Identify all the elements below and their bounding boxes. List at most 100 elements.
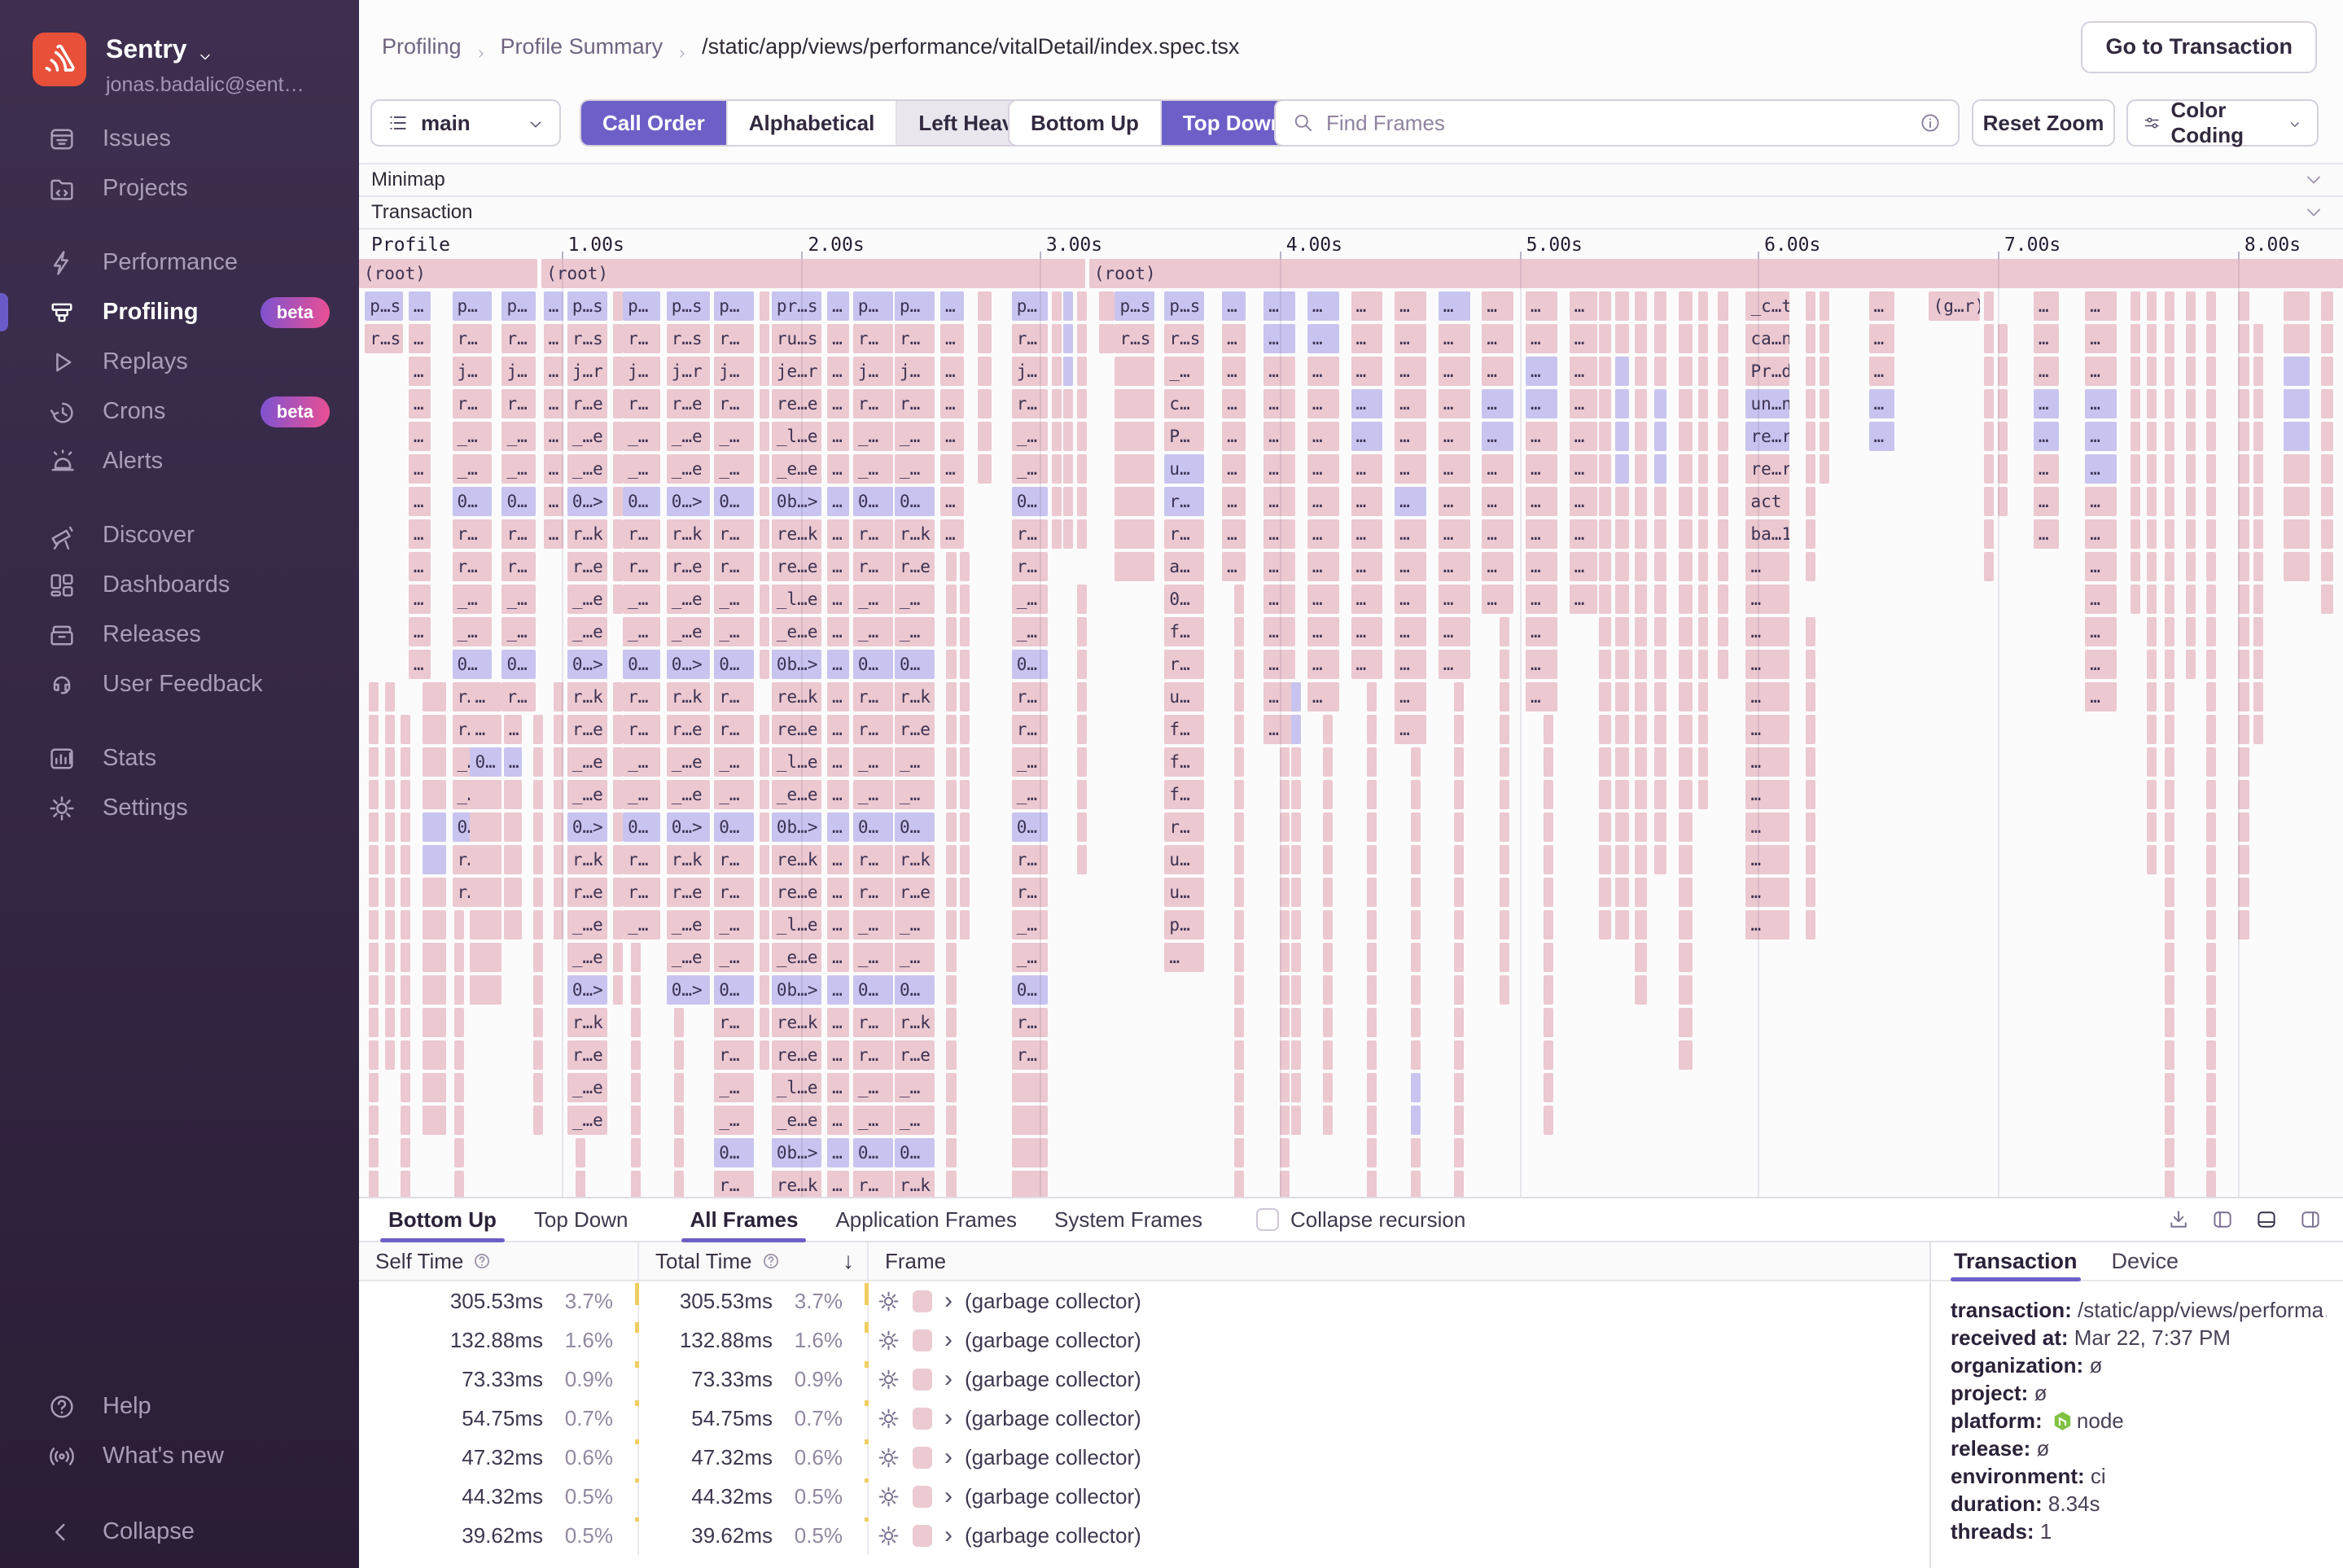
- flame-frame[interactable]: …: [827, 389, 849, 418]
- flame-frame[interactable]: [946, 1008, 957, 1037]
- flame-frame[interactable]: [1323, 1040, 1334, 1070]
- flame-frame[interactable]: …: [1525, 422, 1557, 451]
- flame-frame[interactable]: [2205, 617, 2217, 646]
- flame-frame[interactable]: [384, 943, 395, 972]
- flame-frame[interactable]: [630, 975, 641, 1005]
- flame-frame[interactable]: [1454, 715, 1465, 744]
- flame-frame[interactable]: [1805, 650, 1815, 679]
- flame-frame[interactable]: …: [1263, 389, 1296, 418]
- flame-frame[interactable]: [1678, 845, 1693, 874]
- flame-frame[interactable]: [369, 1106, 379, 1135]
- flame-frame[interactable]: [1291, 878, 1302, 907]
- flame-frame[interactable]: [2146, 389, 2157, 418]
- flame-frame[interactable]: [1233, 617, 1244, 646]
- flame-frame[interactable]: [470, 812, 502, 842]
- flame-frame[interactable]: [1997, 422, 2008, 451]
- flame-frame[interactable]: [553, 780, 563, 809]
- flame-frame[interactable]: [630, 943, 641, 972]
- color-coding-button[interactable]: Color Coding: [2126, 98, 2319, 147]
- flame-frame[interactable]: _…: [852, 617, 893, 646]
- flame-frame[interactable]: [612, 422, 623, 451]
- flame-frame[interactable]: 0…: [1164, 585, 1205, 614]
- flame-frame[interactable]: …: [1525, 552, 1557, 581]
- flame-frame[interactable]: …: [940, 291, 965, 321]
- flame-frame[interactable]: [1543, 780, 1553, 809]
- flame-frame[interactable]: [1599, 617, 1611, 646]
- flame-frame[interactable]: [2146, 650, 2157, 679]
- flame-frame[interactable]: [2237, 291, 2250, 321]
- flame-frame[interactable]: [1410, 975, 1421, 1005]
- flame-frame[interactable]: [1279, 1106, 1290, 1135]
- flame-frame[interactable]: …: [1569, 291, 1597, 321]
- flame-frame[interactable]: [612, 682, 623, 712]
- flame-frame[interactable]: [1543, 975, 1553, 1005]
- flame-frame[interactable]: [612, 324, 623, 353]
- flame-frame[interactable]: r…: [852, 389, 893, 418]
- flame-frame[interactable]: [1805, 617, 1815, 646]
- flame-frame[interactable]: …: [2085, 357, 2117, 386]
- flame-frame[interactable]: 0…: [714, 487, 754, 516]
- sidebar-item-profiling[interactable]: Profiling beta: [0, 287, 359, 337]
- flame-frame[interactable]: [1805, 422, 1815, 451]
- flame-frame[interactable]: [384, 715, 395, 744]
- flame-frame[interactable]: [401, 1138, 411, 1167]
- flame-frame[interactable]: 0…: [501, 650, 536, 679]
- flame-frame[interactable]: p…: [714, 291, 754, 321]
- flame-frame[interactable]: _…: [894, 422, 935, 451]
- flame-frame[interactable]: [369, 910, 379, 939]
- flame-frame[interactable]: _…: [1011, 910, 1048, 939]
- flame-frame[interactable]: [1805, 454, 1815, 484]
- flame-frame[interactable]: [1697, 617, 1709, 646]
- flame-frame[interactable]: [2321, 389, 2333, 418]
- flame-frame[interactable]: [1454, 1171, 1465, 1197]
- flame-frame[interactable]: r…: [714, 1040, 754, 1070]
- flame-frame[interactable]: _…: [714, 454, 754, 484]
- flame-frame[interactable]: 0…: [894, 650, 935, 679]
- flame-frame[interactable]: [1291, 845, 1302, 874]
- flame-frame[interactable]: …: [1525, 617, 1557, 646]
- flame-frame[interactable]: [2164, 650, 2174, 679]
- flame-frame[interactable]: [1454, 910, 1465, 939]
- flame-frame[interactable]: [1500, 617, 1510, 646]
- flame-frame[interactable]: _…: [1011, 585, 1048, 614]
- flame-frame[interactable]: [1697, 552, 1709, 581]
- flame-frame[interactable]: [2253, 650, 2264, 679]
- flame-frame[interactable]: [1410, 1073, 1421, 1102]
- flame-frame[interactable]: r…: [714, 389, 754, 418]
- flame-frame[interactable]: [369, 975, 379, 1005]
- flame-frame[interactable]: [1599, 845, 1611, 874]
- flame-frame[interactable]: 0…: [714, 650, 754, 679]
- flame-frame[interactable]: [1654, 585, 1666, 614]
- flame-frame[interactable]: [1599, 487, 1611, 516]
- flame-frame[interactable]: …: [408, 585, 431, 614]
- sidebar-item-what-s-new[interactable]: What's new: [0, 1431, 359, 1481]
- flame-frame[interactable]: [1678, 389, 1693, 418]
- flame-frame[interactable]: _…: [452, 422, 493, 451]
- flame-frame[interactable]: _…: [852, 910, 893, 939]
- flame-frame[interactable]: [1291, 812, 1302, 842]
- flame-frame[interactable]: …: [827, 682, 849, 712]
- flame-frame[interactable]: …: [1263, 357, 1296, 386]
- flame-frame[interactable]: …: [1395, 487, 1427, 516]
- table-row[interactable]: 132.88ms 1.6% 132.88ms 1.6% › (garbage collec…: [359, 1321, 1929, 1360]
- flame-frame[interactable]: …: [543, 291, 563, 321]
- flame-frame[interactable]: …: [940, 487, 965, 516]
- flame-frame[interactable]: [760, 812, 770, 842]
- flame-frame[interactable]: [946, 650, 957, 679]
- direction-option-bottom-up[interactable]: Bottom Up: [1009, 101, 1162, 145]
- flame-frame[interactable]: [1051, 357, 1062, 386]
- flame-frame[interactable]: [1366, 1073, 1377, 1102]
- flame-frame[interactable]: [612, 780, 623, 809]
- flame-frame[interactable]: [1291, 1073, 1302, 1102]
- flame-frame[interactable]: re…e: [771, 878, 821, 907]
- flame-frame[interactable]: …: [827, 357, 849, 386]
- flame-frame[interactable]: [1805, 715, 1815, 744]
- flame-frame[interactable]: [1279, 910, 1290, 939]
- flame-frame[interactable]: [1614, 357, 1629, 386]
- flame-frame[interactable]: [1678, 1040, 1693, 1070]
- flame-frame[interactable]: …: [827, 1008, 849, 1037]
- flame-frame[interactable]: [760, 845, 770, 874]
- flame-frame[interactable]: [2237, 910, 2250, 939]
- flame-frame[interactable]: …: [1482, 324, 1514, 353]
- flame-frame[interactable]: …: [543, 357, 563, 386]
